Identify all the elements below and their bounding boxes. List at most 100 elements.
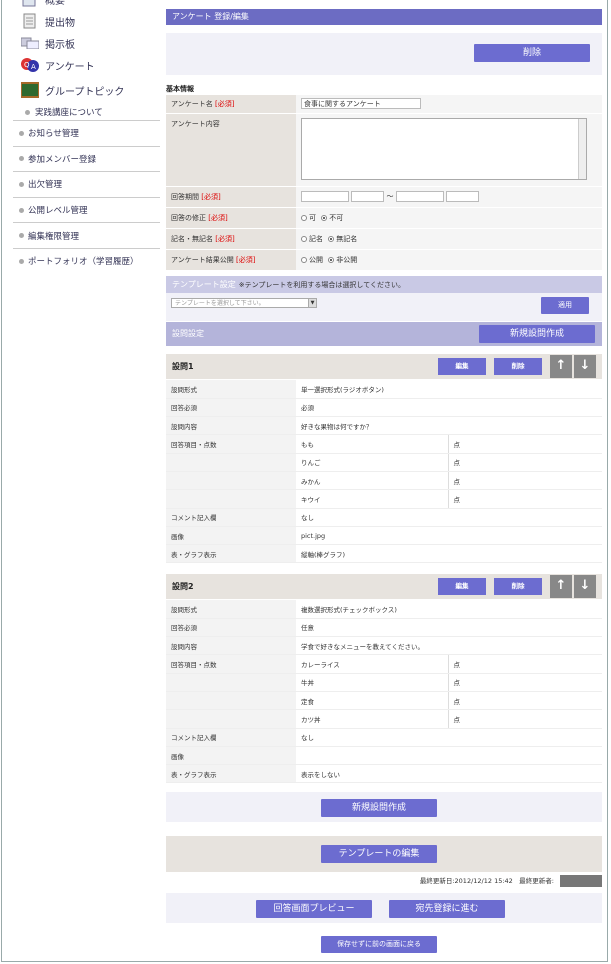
template-settings-bar: テンプレート設定 ※テンプレートを利用する場合は選択してください。 <box>166 276 602 293</box>
named-radio[interactable] <box>301 235 307 242</box>
question-settings-bar: 設問設定 新規設問作成 <box>166 322 602 346</box>
edit-question-button[interactable]: 編集 <box>438 578 486 595</box>
bullet-icon <box>19 207 24 213</box>
basic-info-heading: 基本情報 <box>166 85 194 93</box>
sidebar-item-3[interactable]: 公開レベル管理 <box>13 196 160 223</box>
question-header: 設問2 編集 削除 ↑ ↓ <box>166 574 602 599</box>
bullet-icon <box>19 181 24 187</box>
period-end-date-input[interactable] <box>395 191 444 202</box>
qa-icon: QA <box>21 57 39 73</box>
sidebar-item-4[interactable]: 編集権限管理 <box>13 222 160 248</box>
bullet-icon <box>19 156 24 162</box>
page-title: アンケート 登録/編集 <box>166 9 602 25</box>
table-row: 回答必須 任意 <box>166 618 602 638</box>
preview-bar: 回答画面プレビュー 宛先登録に進む <box>166 893 602 923</box>
bullet-icon <box>19 233 24 239</box>
choice-row: キウイ点 <box>166 489 602 509</box>
move-up-icon[interactable]: ↑ <box>550 575 572 598</box>
basic-info-form: アンケート名 [必須] 食事に関するアンケート アンケート内容 回答期間 [必須… <box>166 95 602 271</box>
bullet-icon <box>25 109 30 115</box>
textarea-scrollbar[interactable] <box>578 118 586 179</box>
document-icon <box>21 0 37 7</box>
table-row: 回答必須 必須 <box>166 398 602 418</box>
chalkboard-icon <box>20 82 40 98</box>
sidebar-item-1[interactable]: 参加メンバー登録 <box>13 145 160 172</box>
sidebar-item-0[interactable]: お知らせ管理 <box>13 120 160 146</box>
publish-radio[interactable] <box>301 256 307 263</box>
svg-text:A: A <box>31 63 36 71</box>
sidebar-item-overview[interactable]: 概要 <box>13 0 160 10</box>
back-bar: 保存せずに前の画面に戻る <box>166 926 602 956</box>
table-row: 設問内容 好きな果物は何ですか？ <box>166 416 602 436</box>
proceed-recipients-button[interactable]: 宛先登録に進む <box>389 900 505 918</box>
sidebar-item-5[interactable]: ポートフォリオ（学習履歴） <box>13 247 160 274</box>
table-row: 設問形式 複数選択形式(チェックボックス) <box>166 600 602 619</box>
anonymous-radio[interactable] <box>328 235 335 242</box>
modify-allow-radio[interactable] <box>301 214 307 221</box>
choice-row: 牛丼点 <box>166 673 602 692</box>
bullet-icon <box>19 258 24 264</box>
survey-content-textarea[interactable] <box>301 117 587 180</box>
sidebar-item-survey[interactable]: QA アンケート <box>13 54 160 76</box>
move-down-icon[interactable]: ↓ <box>574 575 596 598</box>
survey-name-label: アンケート名 [必須] <box>166 95 296 114</box>
choice-row: 回答項目・点数 もも点 <box>166 434 602 454</box>
chevron-down-icon: ▼ <box>308 299 316 307</box>
back-without-saving-button[interactable]: 保存せずに前の画面に戻る <box>321 936 437 953</box>
delete-question-button[interactable]: 削除 <box>494 578 542 595</box>
choice-row: カツ丼点 <box>166 709 602 729</box>
sidebar-item-group-topic[interactable]: グループトピック <box>13 76 160 104</box>
modify-answer-label: 回答の修正 [必須] <box>166 207 296 229</box>
top-action-bar: 削除 <box>166 33 602 75</box>
preview-button[interactable]: 回答画面プレビュー <box>256 900 372 918</box>
template-edit-bar: テンプレートの編集 <box>166 836 602 872</box>
publish-result-label: アンケート結果公開 [必須] <box>166 249 296 271</box>
question-details-table: 設問形式 単一選択形式(ラジオボタン) 回答必須 必須 設問内容 好きな果物は何ですか？回… <box>166 380 602 564</box>
board-icon <box>20 35 40 51</box>
bullet-icon <box>19 130 24 136</box>
template-row: テンプレートを選択して下さい。 ▼ 適用 <box>166 293 602 321</box>
period-start-time-input[interactable] <box>351 191 385 202</box>
move-down-icon[interactable]: ↓ <box>574 355 596 378</box>
table-row: 設問内容 学食で好きなメニューを教えてください。 <box>166 636 602 656</box>
table-row: コメント記入欄 なし <box>166 728 602 747</box>
question-header: 設問1 編集 削除 ↑ ↓ <box>166 354 602 379</box>
table-row: 表・グラフ表示 縦軸(棒グラフ) <box>166 544 602 564</box>
choice-row: みかん点 <box>166 471 602 491</box>
survey-name-input[interactable]: 食事に関するアンケート <box>301 98 421 110</box>
delete-question-button[interactable]: 削除 <box>494 358 542 375</box>
template-select[interactable]: テンプレートを選択して下さい。 ▼ <box>171 298 317 308</box>
choice-row: 回答項目・点数 カレーライス点 <box>166 654 602 674</box>
last-updated-meta: 最終更新日:2012/12/12 15:42 最終更新者: <box>419 877 554 885</box>
add-question-bar: 新規設問作成 <box>166 792 602 822</box>
sidebar-item-2[interactable]: 出欠管理 <box>13 171 160 197</box>
sidebar-item-submission[interactable]: 提出物 <box>13 10 160 32</box>
table-row: コメント記入欄 なし <box>166 508 602 527</box>
sidebar-item-board[interactable]: 掲示板 <box>13 32 160 54</box>
answer-period-label: 回答期間 [必須] <box>166 186 296 208</box>
table-row: 設問形式 単一選択形式(ラジオボタン) <box>166 380 602 399</box>
sidebar-subitem-course[interactable]: 実践講座について <box>13 104 160 120</box>
modify-deny-radio[interactable] <box>321 214 328 221</box>
choice-row: 定食点 <box>166 691 602 711</box>
edit-template-button[interactable]: テンプレートの編集 <box>321 845 437 863</box>
submission-icon <box>21 13 37 29</box>
question-details-table: 設問形式 複数選択形式(チェックボックス) 回答必須 任意 設問内容 学食で好きなメニュー… <box>166 600 602 784</box>
choice-row: りんご点 <box>166 453 602 472</box>
new-question-button[interactable]: 新規設問作成 <box>321 799 437 817</box>
named-label: 記名・無記名 [必須] <box>166 228 296 250</box>
delete-survey-button[interactable]: 削除 <box>474 44 590 62</box>
survey-content-label: アンケート内容 <box>166 113 296 187</box>
period-start-date-input[interactable] <box>301 191 349 202</box>
move-up-icon[interactable]: ↑ <box>550 355 572 378</box>
apply-template-button[interactable]: 適用 <box>541 297 589 314</box>
table-row: 画像 pict.jpg <box>166 526 602 546</box>
table-row: 表・グラフ表示 表示をしない <box>166 764 602 784</box>
new-question-button-top[interactable]: 新規設問作成 <box>479 325 595 343</box>
sidebar: 概要 提出物 掲示板 QA アンケート グループトピック 実践講座について お知… <box>13 0 160 300</box>
table-row: 画像 <box>166 746 602 766</box>
edit-question-button[interactable]: 編集 <box>438 358 486 375</box>
svg-text:Q: Q <box>24 61 30 69</box>
private-radio[interactable] <box>328 256 335 263</box>
period-end-time-input[interactable] <box>445 191 479 202</box>
